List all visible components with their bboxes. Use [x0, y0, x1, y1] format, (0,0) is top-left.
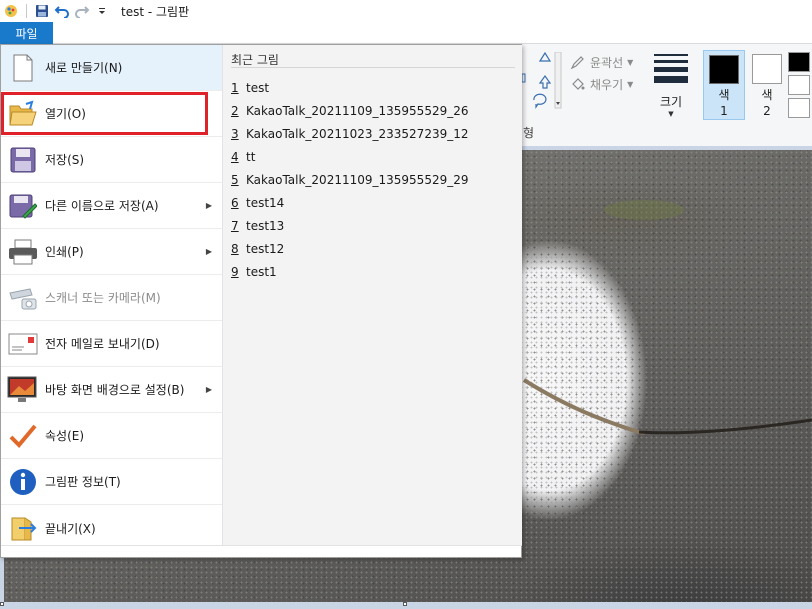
- color1-swatch: [709, 55, 739, 84]
- recent-item[interactable]: 5 KakaoTalk_20211109_135955529_29: [231, 173, 469, 187]
- color-palette[interactable]: [788, 52, 810, 121]
- menu-item-open[interactable]: 열기(O): [1, 91, 222, 137]
- menu-item-label: 다른 이름으로 저장(A): [45, 199, 159, 213]
- recent-item[interactable]: 8 test12: [231, 242, 284, 256]
- menu-item-label: 인쇄(P): [45, 245, 84, 259]
- shapes-gallery[interactable]: [522, 52, 562, 112]
- canvas-resize-handle-corner[interactable]: [0, 602, 4, 606]
- chevron-right-icon: ▶: [205, 385, 212, 394]
- save-disk-icon: [7, 144, 39, 176]
- toolbar-separator: [26, 4, 27, 18]
- chevron-right-icon: ▶: [205, 201, 212, 210]
- fill-button[interactable]: 채우기 ▼: [570, 76, 633, 93]
- menu-item-label: 끝내기(X): [45, 521, 96, 536]
- chevron-down-icon: ▼: [668, 110, 674, 118]
- menu-item-label: 스캐너 또는 카메라(M): [45, 291, 161, 305]
- recent-item[interactable]: 1 test: [231, 81, 269, 95]
- color1-label: 색: [718, 88, 730, 102]
- file-tab[interactable]: 파일: [0, 22, 53, 44]
- menu-item-about[interactable]: 그림판 정보(T): [1, 459, 222, 505]
- undo-icon[interactable]: [53, 2, 71, 20]
- menu-item-label: 바탕 화면 배경으로 설정(B): [45, 383, 185, 397]
- recent-item[interactable]: 9 test1: [231, 265, 277, 279]
- size-label: 크기: [659, 95, 683, 109]
- info-icon: [7, 466, 39, 498]
- recent-item[interactable]: 6 test14: [231, 196, 284, 210]
- recent-item[interactable]: 3 KakaoTalk_20211023_233527239_12: [231, 127, 469, 141]
- scanner-camera-icon: [7, 282, 39, 314]
- menu-item-scanner-camera[interactable]: 스캐너 또는 카메라(M): [1, 275, 222, 321]
- size-button[interactable]: 크기 ▼: [650, 50, 692, 120]
- paint-app-icon[interactable]: [2, 2, 20, 20]
- ribbon-tab-strip: [0, 22, 812, 44]
- menu-item-print[interactable]: 인쇄(P) ▶: [1, 229, 222, 275]
- recent-pictures-panel: 최근 그림 1 test 2 KakaoTalk_20211109_13595552…: [223, 45, 522, 545]
- customize-toolbar-icon[interactable]: [93, 2, 111, 20]
- palette-swatch-white[interactable]: [788, 98, 810, 118]
- save-icon[interactable]: [33, 2, 51, 20]
- menu-item-label: 저장(S): [45, 153, 85, 167]
- menu-item-save-as[interactable]: 다른 이름으로 저장(A) ▶: [1, 183, 222, 229]
- menu-item-new[interactable]: 새로 만들기(N): [1, 45, 222, 91]
- palette-swatch-black[interactable]: [788, 52, 810, 72]
- outline-label: 윤곽선: [590, 56, 624, 70]
- outline-button[interactable]: 윤곽선 ▼: [570, 54, 633, 71]
- recent-item[interactable]: 4 tt: [231, 150, 255, 164]
- palette-swatch-white[interactable]: [788, 75, 810, 95]
- redo-icon[interactable]: [73, 2, 91, 20]
- title-bar: test - 그림판: [0, 0, 812, 22]
- open-folder-icon: [7, 98, 39, 130]
- chevron-down-icon: ▼: [627, 58, 634, 67]
- menu-item-email[interactable]: 전자 메일로 보내기(D): [1, 321, 222, 367]
- recent-title-underline: [231, 67, 515, 68]
- menu-item-properties[interactable]: 속성(E): [1, 413, 222, 459]
- recent-item[interactable]: 2 KakaoTalk_20211109_135955529_26: [231, 104, 469, 118]
- file-menu: 새로 만들기(N) 열기(O) 저장(S) 다른 이름으로 저장(A) ▶ 인쇄…: [0, 44, 522, 558]
- fill-bucket-icon: [572, 77, 585, 90]
- menu-item-save[interactable]: 저장(S): [1, 137, 222, 183]
- checkmark-icon: [7, 420, 39, 452]
- color1-button[interactable]: 색 1: [703, 50, 745, 120]
- line-size-icon: [654, 54, 688, 87]
- exit-icon: [7, 512, 39, 544]
- color1-number: 1: [720, 104, 728, 118]
- canvas-resize-handle-bottom[interactable]: [403, 602, 407, 606]
- shapes-group-label: 형: [523, 126, 535, 140]
- desktop-background-icon: [7, 374, 39, 406]
- outline-pencil-icon: [570, 55, 584, 69]
- menu-item-label: 그림판 정보(T): [45, 475, 121, 489]
- save-as-icon: [7, 190, 39, 222]
- fill-label: 채우기: [590, 78, 624, 92]
- menu-item-label: 전자 메일로 보내기(D): [45, 337, 160, 351]
- recent-item[interactable]: 7 test13: [231, 219, 284, 233]
- chevron-right-icon: ▶: [205, 247, 212, 256]
- file-menu-commands: 새로 만들기(N) 열기(O) 저장(S) 다른 이름으로 저장(A) ▶ 인쇄…: [1, 45, 222, 545]
- menu-bottom-border: [1, 545, 522, 546]
- menu-item-label: 속성(E): [45, 429, 85, 443]
- color2-swatch: [752, 54, 782, 84]
- color2-label: 색: [761, 88, 773, 102]
- email-icon: [7, 328, 39, 360]
- menu-item-set-desktop[interactable]: 바탕 화면 배경으로 설정(B) ▶: [1, 367, 222, 413]
- menu-item-label: 새로 만들기(N): [45, 61, 123, 75]
- color2-number: 2: [763, 104, 771, 118]
- color2-button[interactable]: 색 2: [746, 50, 788, 120]
- printer-icon: [7, 236, 39, 268]
- new-document-icon: [7, 52, 39, 84]
- window-title: test - 그림판: [121, 4, 190, 19]
- chevron-down-icon: ▼: [627, 80, 634, 89]
- menu-item-label: 열기(O): [45, 107, 86, 121]
- recent-pictures-title: 최근 그림: [231, 53, 279, 67]
